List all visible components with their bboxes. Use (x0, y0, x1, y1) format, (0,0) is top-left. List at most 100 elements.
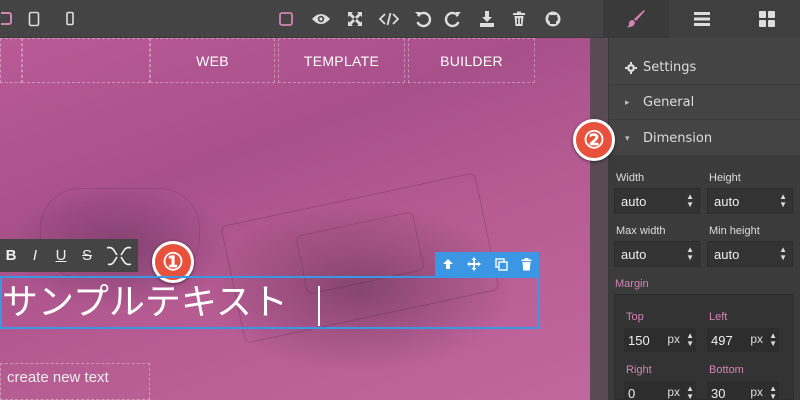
min-height-value: auto (714, 246, 740, 262)
margin-top-unit[interactable]: px (667, 332, 680, 346)
eye-icon (312, 14, 330, 24)
margin-top-label: Top (626, 311, 644, 323)
clear-canvas-button[interactable] (508, 0, 530, 38)
margin-top-value: 150 (628, 332, 650, 348)
undo-button[interactable] (412, 0, 434, 38)
margin-bottom-value: 30 (711, 385, 726, 400)
updown-arrows-icon: ▲ ▼ (769, 384, 777, 400)
margin-bottom-input[interactable]: 30 px ▲ ▼ (707, 381, 779, 400)
updown-arrows-icon: ▲ ▼ (779, 192, 787, 209)
mobile-device-button[interactable] (58, 0, 82, 38)
width-select[interactable]: auto ▲ ▼ (614, 188, 700, 214)
min-height-label: Min height (709, 225, 760, 237)
margin-left-input[interactable]: 497 px ▲ ▼ (707, 328, 779, 352)
max-width-label: Max width (616, 225, 666, 237)
updown-arrows-icon: ▲ ▼ (769, 331, 777, 348)
margin-right-label: Right (626, 364, 652, 376)
code-view-button[interactable] (376, 0, 402, 38)
margin-top-input[interactable]: 150 px ▲ ▼ (624, 328, 696, 352)
fullscreen-button[interactable] (343, 0, 367, 38)
height-select[interactable]: auto ▲ ▼ (707, 188, 793, 214)
height-value: auto (714, 193, 740, 209)
trash-icon (513, 11, 525, 26)
updown-arrows-icon: ▲ ▼ (686, 384, 694, 400)
tablet-icon (28, 11, 40, 27)
updown-arrows-icon: ▲ ▼ (779, 245, 787, 262)
margin-bottom-label: Bottom (709, 364, 744, 376)
code-icon (379, 12, 399, 26)
editor-canvas[interactable] (0, 38, 590, 400)
style-manager-tab[interactable] (603, 0, 669, 38)
margin-right-input[interactable]: 0 px ▲ ▼ (624, 381, 696, 400)
grid-icon (759, 11, 776, 27)
margin-right-unit[interactable]: px (667, 385, 680, 399)
nav-cell-empty[interactable] (0, 38, 22, 83)
nav-link-web[interactable]: WEB (150, 38, 275, 83)
nav-link-template[interactable]: TEMPLATE (278, 38, 405, 83)
canvas-scrollbar[interactable] (590, 38, 608, 400)
export-button[interactable] (476, 0, 498, 38)
blocks-tab[interactable] (734, 0, 800, 38)
settings-label: Settings (643, 60, 697, 75)
nav-cell-empty[interactable] (22, 38, 150, 83)
desktop-device-button[interactable] (0, 0, 16, 38)
mobile-icon (66, 11, 74, 26)
undo-icon (415, 11, 432, 28)
gear-icon (625, 61, 637, 74)
redo-icon (444, 11, 461, 28)
underline-button[interactable]: U (48, 239, 74, 272)
dimension-label: Dimension (643, 131, 713, 146)
margin-bottom-unit[interactable]: px (750, 385, 763, 399)
layer-manager-tab[interactable] (668, 0, 735, 38)
bold-button[interactable]: B (0, 239, 22, 272)
settings-section-header[interactable]: Settings (609, 51, 800, 85)
preview-button[interactable] (308, 0, 334, 38)
margin-left-unit[interactable]: px (750, 332, 763, 346)
max-width-select[interactable]: auto ▲ ▼ (614, 241, 700, 267)
square-outline-icon (279, 12, 293, 26)
margin-right-value: 0 (628, 385, 636, 400)
show-borders-button[interactable] (274, 0, 298, 38)
caret-down-icon: ▾ (625, 133, 630, 144)
new-text-block[interactable]: create new text (0, 363, 150, 400)
menu-icon (693, 12, 710, 26)
dimension-section-header[interactable]: ▾ Dimension (609, 122, 800, 156)
margin-left-value: 497 (711, 332, 733, 348)
height-label: Height (709, 172, 741, 184)
element-toolbar (435, 252, 539, 276)
top-toolbar (0, 0, 800, 38)
caret-right-icon: ▸ (625, 97, 630, 108)
italic-button[interactable]: I (22, 239, 48, 272)
github-icon (545, 11, 561, 27)
tablet-device-button[interactable] (22, 0, 46, 38)
selected-text-content[interactable]: サンプルテキスト (2, 278, 288, 328)
updown-arrows-icon: ▲ ▼ (686, 245, 694, 262)
redo-button[interactable] (442, 0, 464, 38)
arrow-up-icon[interactable] (442, 258, 454, 270)
annotation-badge-2: ② (573, 119, 615, 161)
paintbrush-icon (626, 10, 645, 28)
width-value: auto (621, 193, 647, 209)
github-link-button[interactable] (542, 0, 564, 38)
general-section-header[interactable]: ▸ General (609, 86, 800, 120)
unlink-button[interactable] (100, 239, 138, 272)
download-icon (480, 11, 494, 27)
updown-arrows-icon: ▲ ▼ (686, 331, 694, 348)
strikethrough-button[interactable]: S (74, 239, 100, 272)
width-label: Width (616, 172, 645, 184)
min-height-select[interactable]: auto ▲ ▼ (707, 241, 793, 267)
general-label: General (643, 95, 695, 110)
updown-arrows-icon: ▲ ▼ (686, 192, 694, 209)
nav-link-builder[interactable]: BUILDER (408, 38, 535, 83)
unlink-icon (106, 246, 132, 265)
move-icon[interactable] (467, 257, 482, 271)
panel-tabs (603, 0, 800, 38)
delete-icon[interactable] (521, 257, 532, 271)
rich-text-toolbar: B I U S (0, 239, 138, 272)
desktop-icon (1, 12, 12, 25)
clone-icon[interactable] (495, 257, 508, 271)
fullscreen-icon (348, 12, 362, 26)
text-caret (318, 286, 320, 326)
margin-left-label: Left (709, 311, 728, 323)
max-width-value: auto (621, 246, 647, 262)
